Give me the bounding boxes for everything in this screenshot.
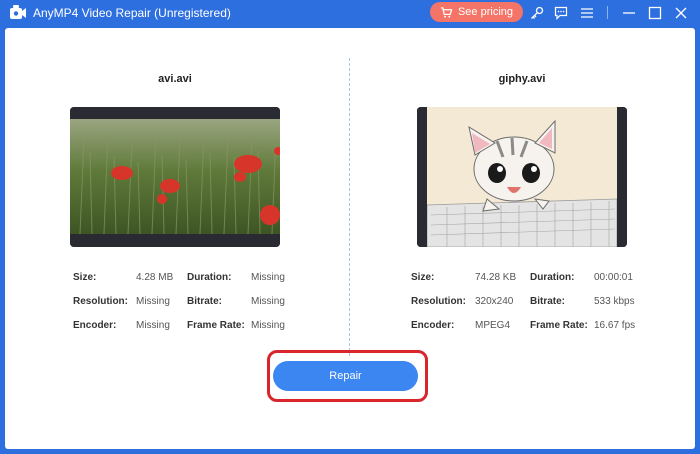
left-size-label: Size: (73, 272, 97, 283)
right-bitrate-label: Bitrate: (530, 296, 566, 307)
right-resolution-value: 320x240 (475, 296, 514, 307)
minimize-icon[interactable] (620, 4, 638, 22)
repair-button[interactable]: Repair (273, 361, 418, 391)
right-size-value: 74.28 KB (475, 272, 517, 283)
right-duration-label: Duration: (530, 272, 575, 283)
repair-button-label: Repair (329, 370, 362, 382)
left-resolution-label: Resolution: (73, 296, 128, 307)
see-pricing-label: See pricing (457, 6, 514, 18)
right-file-name: giphy.avi (498, 73, 546, 85)
left-encoder-label: Encoder: (73, 320, 117, 331)
key-icon[interactable] (528, 4, 546, 22)
see-pricing-button[interactable]: See pricing (430, 2, 523, 22)
app-logo-icon (9, 4, 27, 21)
left-video-thumbnail (70, 107, 280, 247)
right-bitrate-value: 533 kbps (594, 296, 635, 307)
close-icon[interactable] (672, 4, 690, 22)
right-frame-rate-label: Frame Rate: (530, 320, 588, 331)
right-duration-value: 00:00:01 (594, 272, 633, 283)
right-encoder-label: Encoder: (411, 320, 455, 331)
cart-icon (440, 6, 453, 18)
titlebar-separator (607, 6, 608, 19)
maximize-icon[interactable] (646, 4, 664, 22)
left-bitrate-value: Missing (251, 296, 285, 307)
left-file-name: avi.avi (158, 73, 192, 85)
column-divider (349, 58, 350, 356)
window-title: AnyMP4 Video Repair (Unregistered) (33, 6, 231, 20)
left-bitrate-label: Bitrate: (187, 296, 223, 307)
title-bar: AnyMP4 Video Repair (Unregistered) See p… (0, 0, 700, 26)
right-resolution-label: Resolution: (411, 296, 466, 307)
left-duration-value: Missing (251, 272, 285, 283)
left-encoder-value: Missing (136, 320, 170, 331)
feedback-icon[interactable] (552, 4, 570, 22)
right-frame-rate-value: 16.67 fps (594, 320, 636, 331)
right-size-label: Size: (411, 272, 435, 283)
left-frame-rate-label: Frame Rate: (187, 320, 245, 331)
left-size-value: 4.28 MB (136, 272, 174, 283)
right-encoder-value: MPEG4 (475, 320, 511, 331)
right-video-thumbnail (417, 107, 627, 247)
menu-icon[interactable] (578, 4, 596, 22)
left-frame-rate-value: Missing (251, 320, 285, 331)
left-duration-label: Duration: (187, 272, 232, 283)
left-resolution-value: Missing (136, 296, 170, 307)
